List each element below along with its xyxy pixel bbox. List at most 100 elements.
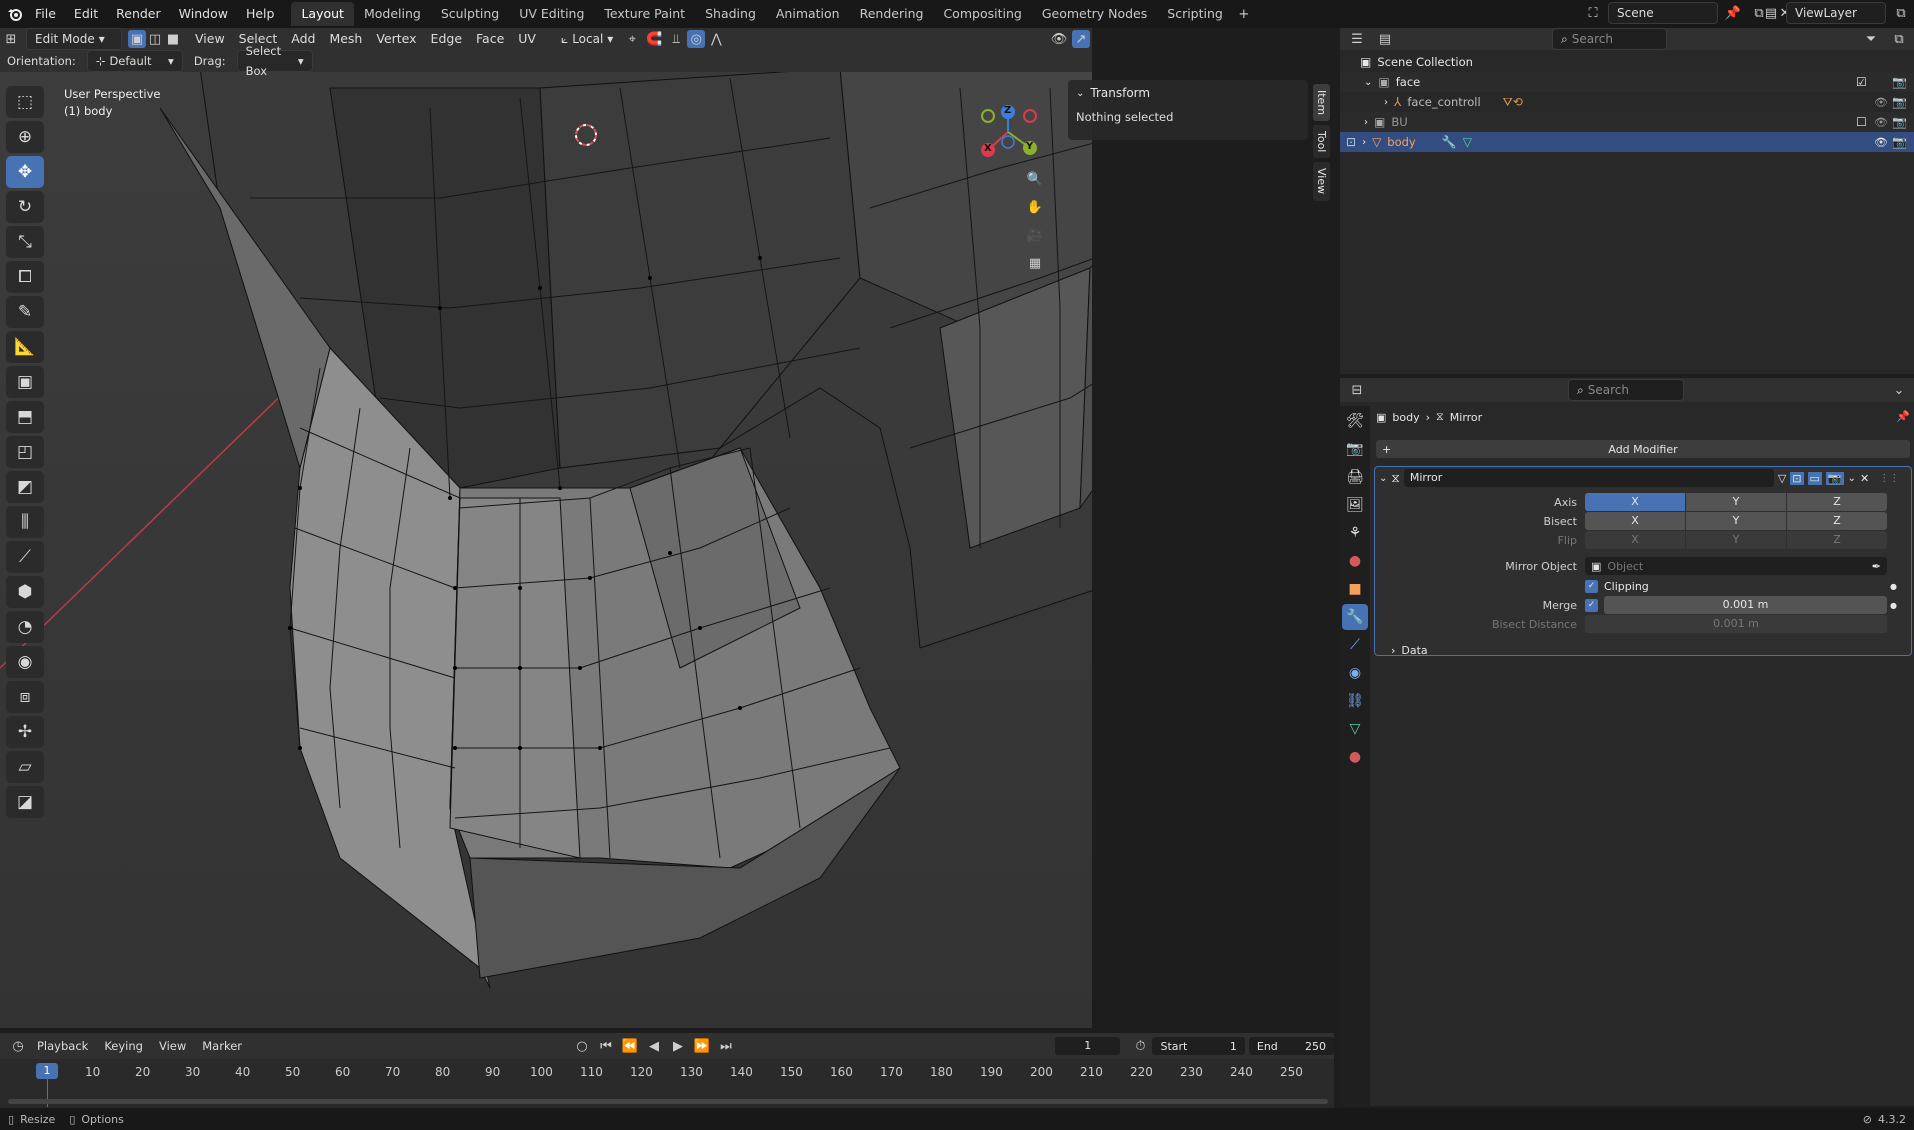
menu-marker[interactable]: Marker bbox=[195, 1035, 249, 1057]
modifier-tab-icon[interactable]: 🔧 bbox=[1342, 604, 1368, 630]
poly-build-icon[interactable]: ⬢ bbox=[6, 576, 44, 608]
particles-tab-icon[interactable]: ⟋ bbox=[1342, 632, 1368, 658]
render-toggle-icon[interactable]: 📷 bbox=[1825, 471, 1844, 485]
tab-uv-editing[interactable]: UV Editing bbox=[509, 2, 594, 26]
blender-logo-icon[interactable] bbox=[4, 3, 26, 25]
drag-handle-icon[interactable]: ⋮⋮ bbox=[1879, 473, 1899, 484]
measure-icon[interactable]: 📐 bbox=[6, 331, 44, 363]
tab-texture-paint[interactable]: Texture Paint bbox=[594, 2, 695, 26]
expand-icon[interactable]: › bbox=[1362, 137, 1366, 148]
pin-icon[interactable]: 📌 bbox=[1722, 2, 1744, 24]
smooth-icon[interactable]: ◉ bbox=[6, 646, 44, 678]
menu-help[interactable]: Help bbox=[237, 2, 284, 26]
filter-icon[interactable]: ⏷ bbox=[1860, 28, 1882, 50]
eye-icon[interactable]: 👁 bbox=[1874, 96, 1888, 109]
new-collection-icon[interactable]: ⧉ bbox=[1888, 28, 1910, 50]
view-layer-tab-icon[interactable]: 🖼 bbox=[1342, 492, 1368, 518]
current-frame-field[interactable]: 1 bbox=[1055, 1037, 1121, 1055]
next-keyframe-icon[interactable]: ⏩ bbox=[691, 1035, 713, 1057]
jump-start-icon[interactable]: ⏮ bbox=[595, 1035, 617, 1057]
bisect-x-toggle[interactable]: X bbox=[1585, 512, 1685, 530]
viewlayer-field[interactable]: ViewLayer bbox=[1786, 2, 1886, 24]
eyedropper-icon[interactable]: ✒ bbox=[1872, 560, 1881, 573]
mode-dropdown[interactable]: Edit Mode ▾ bbox=[26, 28, 122, 50]
add-workspace-icon[interactable]: + bbox=[1233, 3, 1255, 25]
properties-type-icon[interactable]: ⊟ bbox=[1346, 379, 1368, 401]
edge-select-icon[interactable]: ◫ bbox=[146, 30, 164, 48]
scene-tab-icon[interactable]: ⚘ bbox=[1342, 520, 1368, 546]
tab-layout[interactable]: Layout bbox=[291, 2, 354, 26]
proportional-edit-icon[interactable]: ◎ bbox=[687, 30, 706, 48]
play-icon[interactable]: ▶ bbox=[667, 1035, 689, 1057]
physics-tab-icon[interactable]: ◉ bbox=[1342, 660, 1368, 686]
keyframe-dot-icon[interactable]: ● bbox=[1890, 582, 1897, 591]
eye-icon[interactable]: 👁 bbox=[1874, 116, 1888, 129]
ortho-grid-icon[interactable]: ▦ bbox=[1024, 252, 1046, 274]
edit-mode-icon[interactable]: ⊡ bbox=[1346, 135, 1356, 149]
modifier-name-field[interactable]: Mirror bbox=[1403, 469, 1774, 487]
prev-keyframe-icon[interactable]: ⏪ bbox=[619, 1035, 641, 1057]
menu-keying[interactable]: Keying bbox=[97, 1035, 150, 1057]
vertex-select-icon[interactable]: ▣ bbox=[128, 30, 146, 48]
clipping-checkbox[interactable]: ✓ bbox=[1585, 579, 1598, 593]
menu-window[interactable]: Window bbox=[170, 2, 237, 26]
checkbox-icon[interactable]: ☑ bbox=[1856, 75, 1867, 89]
select-box-icon[interactable]: ⬚ bbox=[6, 86, 44, 118]
outliner-search[interactable]: ⌕ Search bbox=[1552, 28, 1667, 50]
edit-mode-toggle-icon[interactable]: ⊡ bbox=[1790, 471, 1804, 485]
editor-type-icon[interactable]: ⊞ bbox=[0, 28, 22, 50]
menu-view[interactable]: View bbox=[188, 28, 232, 50]
shrink-fatten-icon[interactable]: ✢ bbox=[6, 716, 44, 748]
camera-icon[interactable]: 📷 bbox=[1892, 115, 1907, 129]
sidebar-tab-item[interactable]: Item bbox=[1313, 84, 1330, 122]
viewport-3d[interactable]: ⊞ Edit Mode ▾ ▣ ◫ ■ View Select Add Mesh… bbox=[0, 28, 1092, 1028]
bisect-y-toggle[interactable]: Y bbox=[1686, 512, 1786, 530]
new-viewlayer-icon[interactable]: ⧉ bbox=[1890, 2, 1912, 24]
pin-icon[interactable]: 📌 bbox=[1896, 410, 1910, 423]
rip-region-icon[interactable]: ◪ bbox=[6, 786, 44, 818]
merge-distance-field[interactable]: 0.001 m bbox=[1604, 596, 1887, 614]
menu-edit[interactable]: Edit bbox=[65, 2, 107, 26]
edit-mode-cage-icon[interactable]: ▽ bbox=[1778, 472, 1786, 485]
inset-icon[interactable]: ◰ bbox=[6, 436, 44, 468]
visibility-icon[interactable]: 👁 bbox=[1048, 28, 1070, 50]
timeline-scrollbar[interactable] bbox=[8, 1099, 1328, 1104]
add-cube-icon[interactable]: ▣ bbox=[6, 366, 44, 398]
tab-modeling[interactable]: Modeling bbox=[354, 2, 431, 26]
menu-playback[interactable]: Playback bbox=[30, 1035, 95, 1057]
loop-cut-icon[interactable]: ⫼ bbox=[6, 506, 44, 538]
menu-render[interactable]: Render bbox=[107, 2, 170, 26]
zoom-icon[interactable]: 🔍 bbox=[1024, 168, 1046, 190]
bisect-z-toggle[interactable]: Z bbox=[1787, 512, 1887, 530]
drag-dropdown[interactable]: Select Box ▾ bbox=[236, 44, 313, 78]
annotate-icon[interactable]: ✎ bbox=[6, 296, 44, 328]
sidebar-tab-tool[interactable]: Tool bbox=[1313, 125, 1330, 159]
tree-row-scene-collection[interactable]: ▣ Scene Collection bbox=[1340, 52, 1914, 72]
sidebar-tab-view[interactable]: View bbox=[1313, 162, 1330, 201]
merge-checkbox[interactable]: ✓ bbox=[1585, 598, 1598, 612]
camera-view-icon[interactable]: 🎥 bbox=[1024, 224, 1046, 246]
chevron-down-icon[interactable]: ⌄ bbox=[1888, 379, 1910, 401]
edge-slide-icon[interactable]: ⧈ bbox=[6, 681, 44, 713]
camera-icon[interactable]: 📷 bbox=[1892, 95, 1907, 109]
end-field[interactable]: End 250 bbox=[1248, 1037, 1334, 1055]
stopwatch-icon[interactable]: ⏱ bbox=[1130, 1035, 1150, 1057]
properties-search[interactable]: ⌕ Search bbox=[1568, 379, 1684, 401]
tab-geometry-nodes[interactable]: Geometry Nodes bbox=[1032, 2, 1157, 26]
scene-icon[interactable]: ⛶ bbox=[1582, 2, 1604, 24]
transform-space-dropdown[interactable]: ⟀ Local ▾ bbox=[553, 28, 621, 50]
display-mode-icon[interactable]: ▤ bbox=[1374, 28, 1396, 50]
cursor-icon[interactable]: ⊕ bbox=[6, 121, 44, 153]
viewlayer-icon[interactable]: ▤ bbox=[1760, 2, 1782, 24]
checkbox-icon[interactable]: ☐ bbox=[1856, 115, 1867, 129]
render-tab-icon[interactable]: 📷 bbox=[1342, 436, 1368, 462]
shear-icon[interactable]: ▱ bbox=[6, 751, 44, 783]
move-icon[interactable]: ✥ bbox=[6, 156, 44, 188]
scene-field[interactable]: Scene bbox=[1608, 2, 1718, 24]
playhead[interactable]: 1 bbox=[36, 1063, 58, 1079]
tab-sculpting[interactable]: Sculpting bbox=[431, 2, 509, 26]
tree-row-body[interactable]: ⊡ › ▽ body 🔧 ▽ 👁 📷 bbox=[1340, 132, 1914, 152]
snap-icon[interactable]: 🧲 bbox=[643, 28, 665, 50]
timeline-type-icon[interactable]: ◷ bbox=[8, 1035, 28, 1057]
menu-view-timeline[interactable]: View bbox=[152, 1035, 193, 1057]
